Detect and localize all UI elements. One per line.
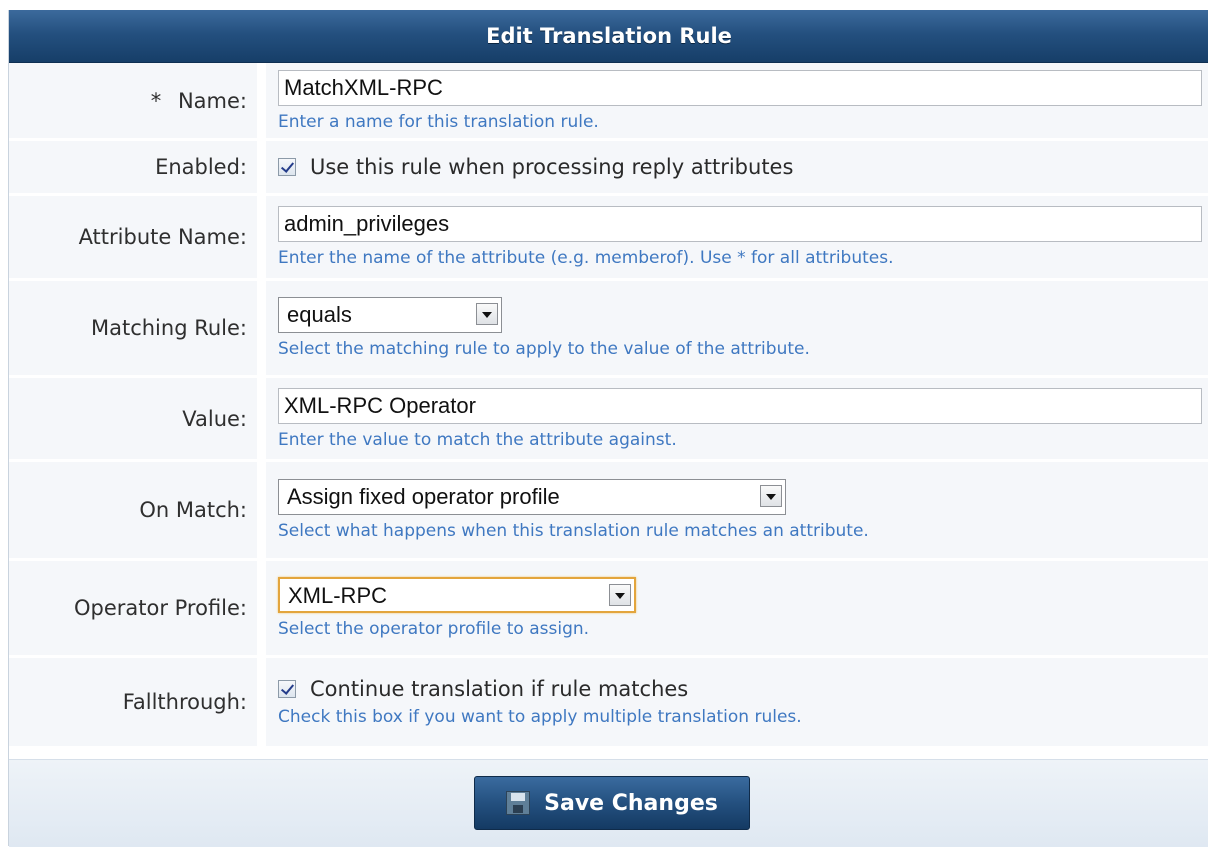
matching-rule-field-cell: equals Select the matching rule to apply… <box>266 281 1208 378</box>
row-on-match: On Match: Assign fixed operator profile … <box>9 462 1208 561</box>
operator-profile-field-cell: XML-RPC Select the operator profile to a… <box>266 561 1208 658</box>
value-help: Enter the value to match the attribute a… <box>278 429 677 450</box>
value-input[interactable] <box>278 387 1202 424</box>
on-match-select[interactable]: Assign fixed operator profile <box>278 479 786 515</box>
matching-rule-select[interactable]: equals <box>278 297 502 333</box>
row-enabled: Enabled: Use this rule when processing r… <box>9 141 1208 196</box>
fallthrough-checkbox[interactable] <box>278 680 296 698</box>
value-field-cell: Enter the value to match the attribute a… <box>266 378 1208 462</box>
chevron-down-icon[interactable] <box>760 485 782 507</box>
attribute-name-help: Enter the name of the attribute (e.g. me… <box>278 248 894 268</box>
row-matching-rule: Matching Rule: equals Select the matchin… <box>9 281 1208 378</box>
row-attribute-name: Attribute Name: Enter the name of the at… <box>9 196 1208 281</box>
panel-title: Edit Translation Rule <box>9 10 1208 63</box>
form-footer: Save Changes <box>9 759 1208 847</box>
row-fallthrough: Fallthrough: Continue translation if rul… <box>9 658 1208 749</box>
required-mark: * <box>150 88 162 113</box>
floppy-disk-icon <box>506 791 531 815</box>
row-value: Value: Enter the value to match the attr… <box>9 378 1208 462</box>
name-help: Enter a name for this translation rule. <box>278 111 599 132</box>
chevron-down-icon[interactable] <box>476 303 498 325</box>
on-match-field-cell: Assign fixed operator profile Select wha… <box>266 462 1208 561</box>
on-match-label: On Match: <box>9 462 266 561</box>
on-match-selected: Assign fixed operator profile <box>287 484 560 509</box>
operator-profile-help: Select the operator profile to assign. <box>278 619 590 639</box>
fallthrough-help: Check this box if you want to apply mult… <box>278 707 802 727</box>
row-operator-profile: Operator Profile: XML-RPC Select the ope… <box>9 561 1208 658</box>
fallthrough-label: Fallthrough: <box>9 658 266 749</box>
row-name: * Name: Enter a name for this translatio… <box>9 63 1208 141</box>
name-field-cell: Enter a name for this translation rule. <box>266 63 1208 141</box>
rule-form: * Name: Enter a name for this translatio… <box>9 63 1208 749</box>
matching-rule-help: Select the matching rule to apply to the… <box>278 339 810 359</box>
name-label: * Name: <box>9 63 266 141</box>
on-match-help: Select what happens when this translatio… <box>278 521 869 541</box>
matching-rule-selected: equals <box>287 302 352 327</box>
operator-profile-select[interactable]: XML-RPC <box>278 577 636 613</box>
save-button-label: Save Changes <box>544 790 718 816</box>
attribute-name-label: Attribute Name: <box>9 196 266 281</box>
edit-translation-rule-panel: Edit Translation Rule * Name: Enter a na… <box>8 10 1208 847</box>
value-label: Value: <box>9 378 266 462</box>
enabled-checkbox-label: Use this rule when processing reply attr… <box>310 155 794 179</box>
matching-rule-label: Matching Rule: <box>9 281 266 378</box>
operator-profile-selected: XML-RPC <box>288 583 388 608</box>
fallthrough-checkbox-label: Continue translation if rule matches <box>310 677 689 701</box>
enabled-field-cell: Use this rule when processing reply attr… <box>266 141 1208 196</box>
save-changes-button[interactable]: Save Changes <box>474 776 750 830</box>
fallthrough-field-cell: Continue translation if rule matches Che… <box>266 658 1208 749</box>
enabled-checkbox[interactable] <box>278 158 296 176</box>
attribute-name-field-cell: Enter the name of the attribute (e.g. me… <box>266 196 1208 281</box>
enabled-label: Enabled: <box>9 141 266 196</box>
name-input[interactable] <box>278 69 1202 106</box>
operator-profile-label: Operator Profile: <box>9 561 266 658</box>
chevron-down-icon[interactable] <box>609 584 631 606</box>
name-label-text: Name: <box>177 88 247 113</box>
attribute-name-input[interactable] <box>278 206 1202 242</box>
